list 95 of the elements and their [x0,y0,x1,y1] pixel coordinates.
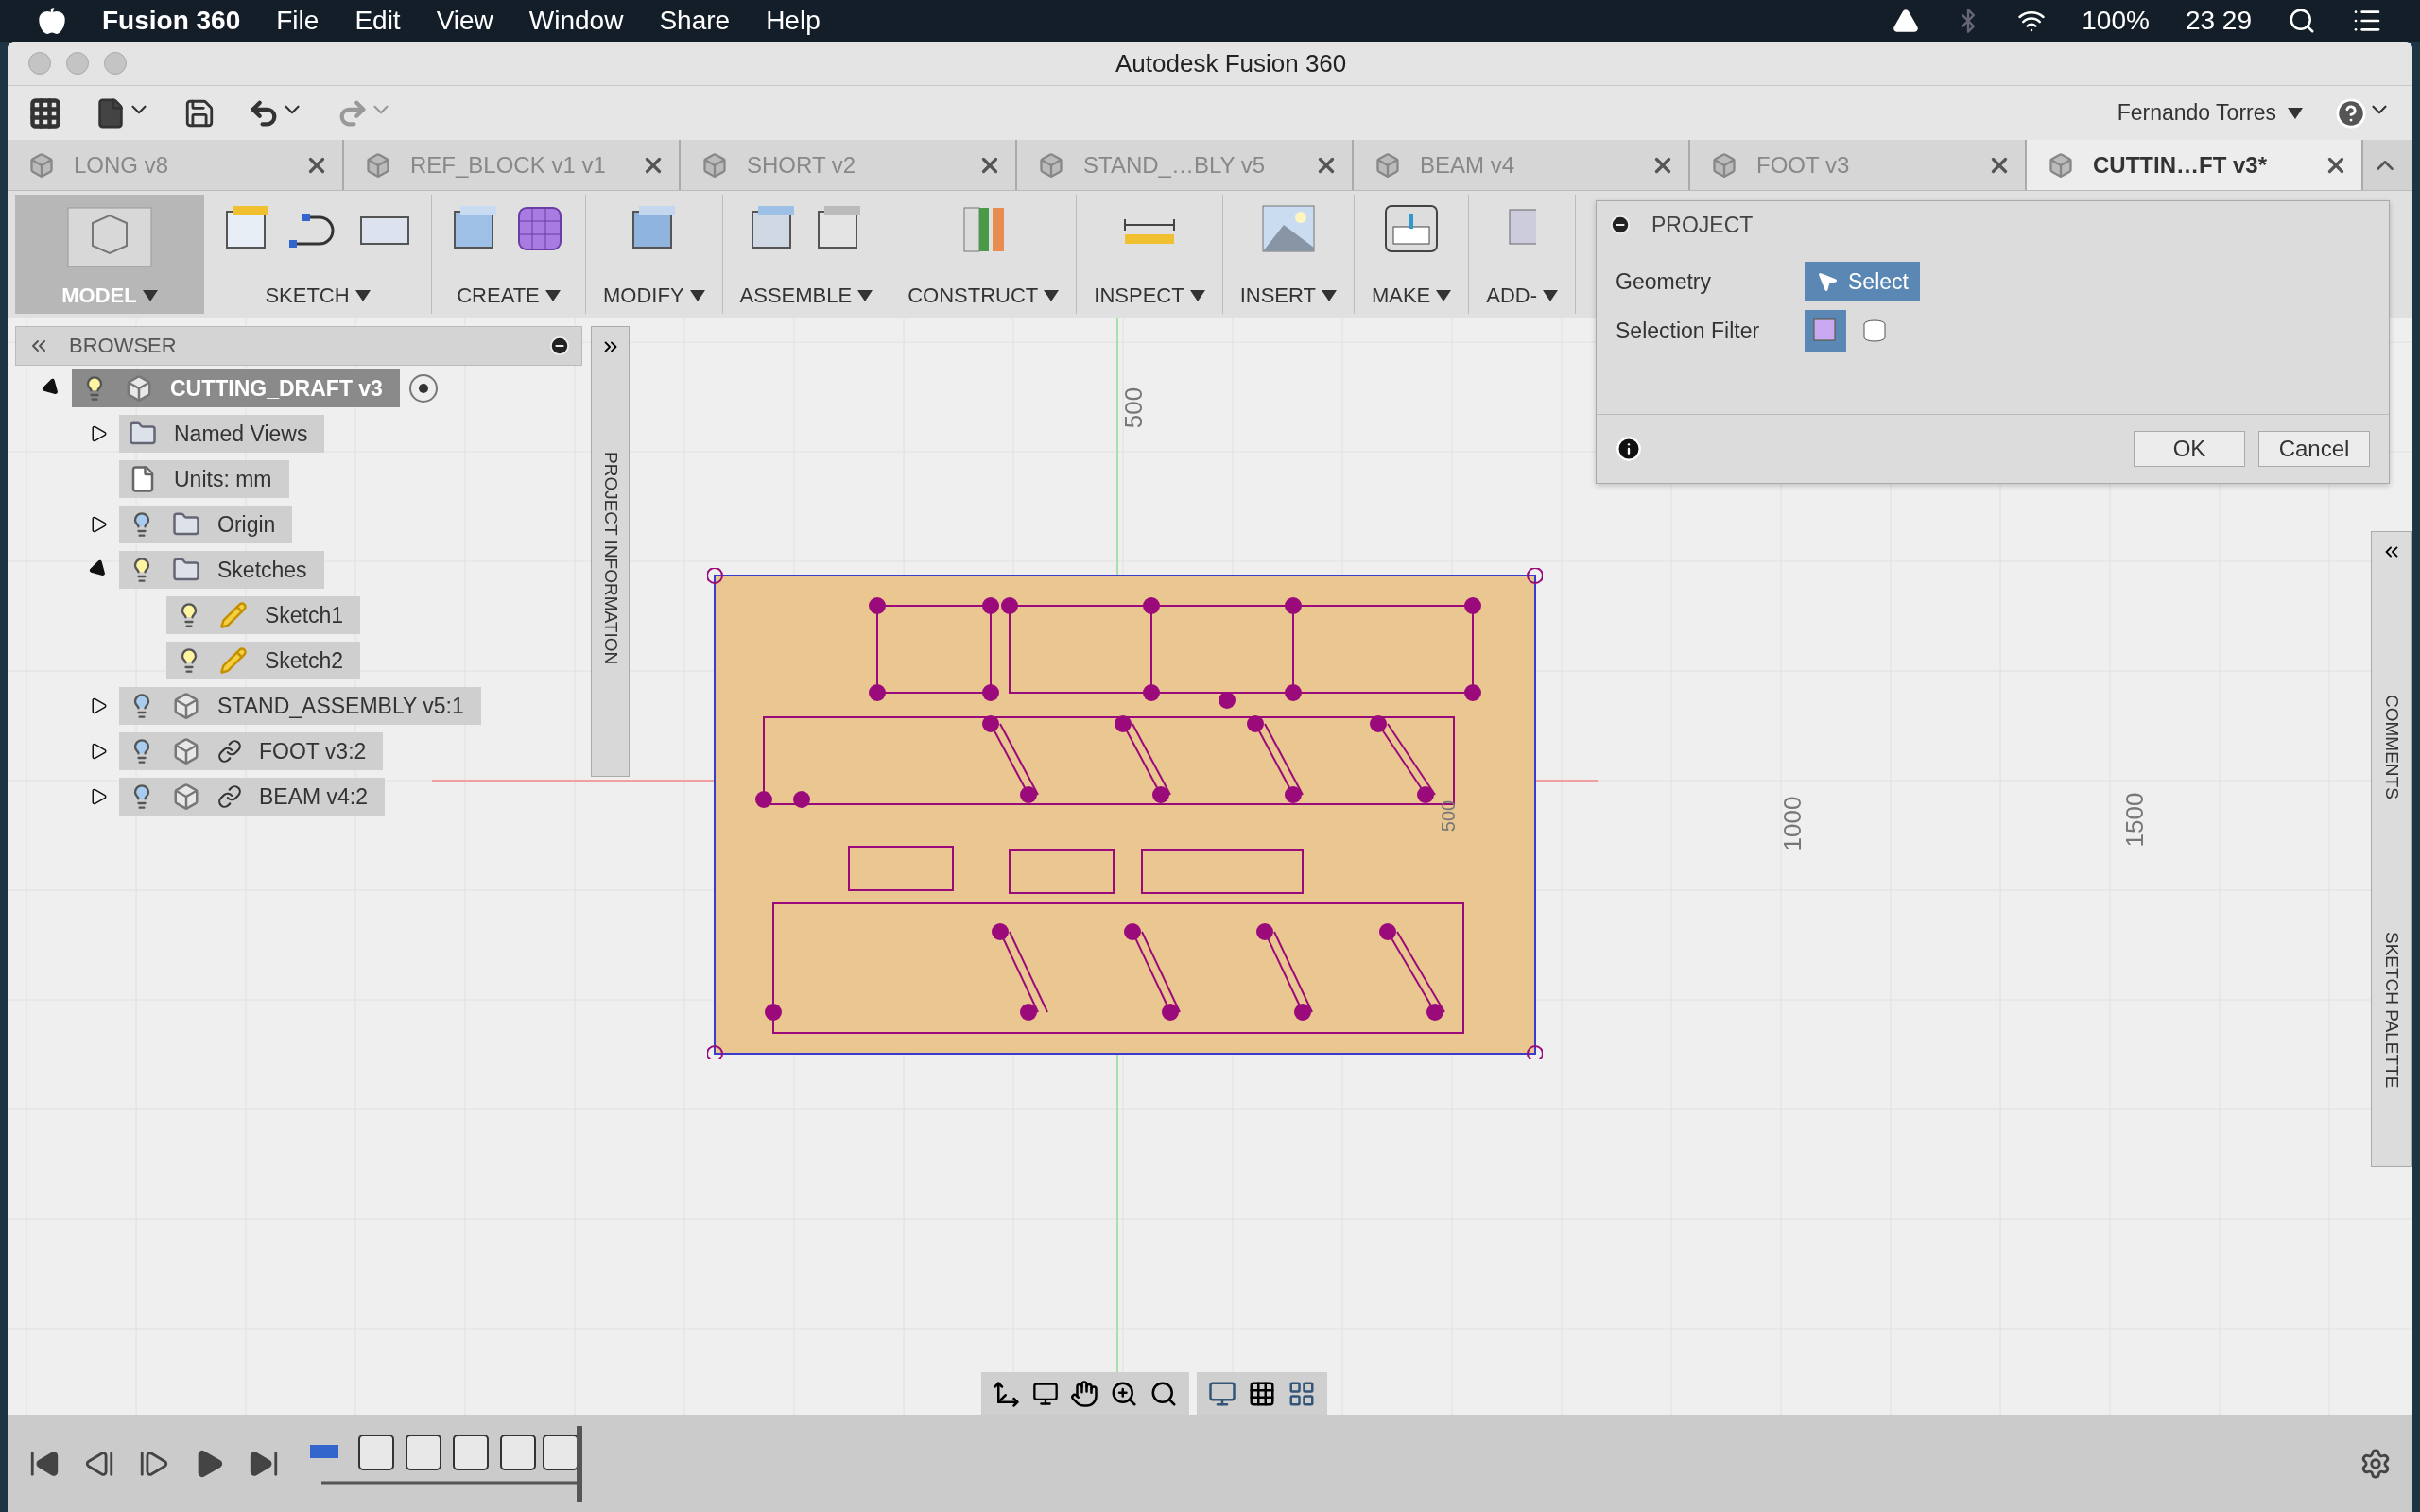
expand-arrow[interactable] [91,788,108,805]
minimize-icon[interactable] [549,335,570,356]
browser-item[interactable]: Sketch2 [166,642,361,679]
toolbar-group[interactable]: CONSTRUCT [890,195,1078,314]
link-icon [217,739,242,764]
viewports-icon[interactable] [1288,1380,1316,1408]
document-tab[interactable]: CUTTIN…FT v3* [2027,140,2363,190]
component-icon [172,692,200,720]
sketch-icon [219,601,248,629]
expand-arrow[interactable] [91,743,108,760]
cube-icon [1711,151,1737,179]
caret-icon [2288,107,2303,119]
toolbar-group[interactable]: ASSEMBLE [722,195,891,314]
clock: 23 29 [2185,6,2252,36]
landscape-image-icon [1260,202,1316,255]
zoom-icon[interactable] [1110,1380,1138,1408]
link-icon [217,784,242,809]
caret-icon [1436,290,1452,301]
expand-arrow[interactable] [91,516,108,533]
info-icon[interactable] [1616,436,1642,462]
cube-icon [28,151,55,179]
axis-label: 500 [1438,799,1461,833]
project-info-panel[interactable]: PROJECT INFORMATION [591,326,630,777]
settings-icon[interactable] [2360,1447,2392,1480]
pan-hand-icon[interactable] [1070,1380,1098,1408]
active-radio-icon[interactable] [408,374,438,403]
cursor-icon [1816,270,1839,293]
cube-icon [365,151,391,179]
browser-item[interactable]: BEAM v4:2 [119,778,386,816]
grid-icon[interactable] [1248,1380,1276,1408]
browser-item[interactable]: STAND_ASSEMBLY v5:1 [119,687,481,725]
toolbar-group[interactable]: CREATE [432,195,586,314]
caret-icon [354,290,371,301]
caret-icon [1321,290,1337,301]
battery-percent: 100% [2082,6,2150,36]
axis-label: 500 [1119,387,1150,429]
toolbar-group[interactable]: MODIFY [586,195,723,314]
collapse-icon[interactable] [1610,215,1631,235]
menu-item[interactable]: View [436,6,493,36]
expand-arrow[interactable] [91,697,108,714]
sketch-icon [219,646,248,675]
search-icon[interactable] [2288,7,2316,35]
body-cylinder-icon [1860,317,1889,345]
user-menu[interactable]: Fernando Torres [2117,100,2303,126]
window-title: Autodesk Fusion 360 [1115,48,1347,78]
component-icon [172,782,200,811]
component-icon [125,374,153,403]
cube-icon [1374,151,1401,179]
toolbar-group[interactable]: SKETCH [204,195,432,314]
dialog-button[interactable]: Cancel [2258,431,2370,467]
caret-icon [1543,290,1559,301]
orbit-icon[interactable] [993,1380,1021,1408]
browser-item[interactable]: Units: mm [119,460,289,498]
cube-icon [2048,151,2074,179]
browser-item[interactable]: Sketch1 [166,596,361,634]
caret-icon [1189,290,1205,301]
expand-arrow[interactable] [91,425,108,442]
display-icon[interactable] [1208,1380,1236,1408]
toolbar-group[interactable]: ADD- [1469,195,1577,314]
browser-item[interactable]: Origin [119,506,293,543]
body-cube-icon [172,737,200,765]
zoom-window-icon[interactable] [1150,1380,1178,1408]
caret-icon [857,290,873,301]
menu-item[interactable]: Window [528,6,624,36]
menu-item[interactable]: Help [766,6,821,36]
dialog-title: PROJECT [1651,212,1754,238]
axis-label: 1000 [1778,796,1808,851]
printer-icon [1384,202,1440,255]
menu-item[interactable]: Share [659,6,731,36]
cube-icon [1038,151,1064,179]
filter-toggle[interactable] [1805,310,1846,352]
menu-item[interactable]: Edit [354,6,401,36]
menu-item[interactable]: File [276,6,320,36]
caret-icon [142,290,158,301]
caret-icon [689,290,705,301]
browser-item[interactable]: Named Views [119,415,325,453]
selection-filter-label: Selection Filter [1616,318,1761,344]
caret-icon [544,290,561,301]
cube-outline-icon [64,204,155,270]
geometry-label: Geometry [1616,268,1712,295]
toolbar-group[interactable]: INSPECT [1077,195,1223,314]
cube-icon [701,151,728,179]
toolbar-group[interactable]: MAKE [1354,195,1470,314]
caret-icon [1044,290,1060,301]
axis-label: 1500 [2120,792,2151,848]
browser-item[interactable]: Sketches [119,551,324,589]
side-panel[interactable]: COMMENTS SKETCH PALETTE [2371,531,2412,1167]
select-button[interactable]: Select [1805,262,1920,301]
app-menu[interactable]: Fusion 360 [102,6,241,36]
apple-logo-icon[interactable] [38,7,66,35]
app-grid-icon[interactable] [28,95,62,130]
toolbar-group[interactable]: INSERT [1222,195,1355,314]
dialog-button[interactable]: OK [2134,431,2245,467]
browser-title: BROWSER [69,334,177,358]
browser-item[interactable]: FOOT v3:2 [119,732,384,770]
